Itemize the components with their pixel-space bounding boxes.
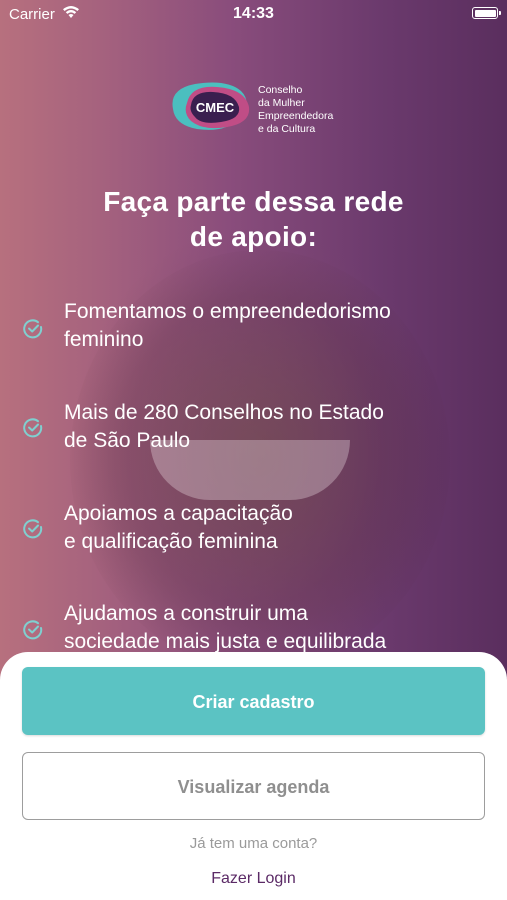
feature-text: Fomentamos o empreendedorismo feminino xyxy=(64,298,494,354)
logo-wordmark: Conselho da Mulher Empreendedora e da Cu… xyxy=(258,84,333,136)
feature-line: feminino xyxy=(64,328,144,351)
logo-line: Conselho xyxy=(258,84,303,96)
feature-line: Mais de 280 Conselhos no Estado xyxy=(64,401,384,424)
login-link[interactable]: Fazer Login xyxy=(0,870,507,888)
status-bar: Carrier 14:33 xyxy=(0,0,507,30)
page-title-line: de apoio: xyxy=(189,221,318,252)
logo-line: da Mulher xyxy=(258,97,305,109)
has-account-text: Já tem uma conta? xyxy=(189,835,318,852)
page-title-line: Faça parte dessa rede xyxy=(103,186,404,217)
feature-line: Ajudamos a construir uma xyxy=(64,602,308,625)
check-circle-icon xyxy=(22,417,44,439)
check-circle-icon xyxy=(22,318,44,340)
logo-line: Empreendedora xyxy=(258,110,334,122)
check-circle-icon xyxy=(22,619,44,641)
logo-line: e da Cultura xyxy=(258,123,316,135)
feature-line: de São Paulo xyxy=(64,429,191,452)
feature-line: e qualificação feminina xyxy=(64,530,278,553)
status-time: 14:33 xyxy=(233,5,274,22)
battery-icon xyxy=(472,7,501,19)
cmec-logo: CMEC xyxy=(167,79,257,135)
feature-text: Apoiamos a capacitação e qualificação fe… xyxy=(64,500,494,556)
create-account-button[interactable]: Criar cadastro xyxy=(22,667,485,735)
feature-line: Apoiamos a capacitação xyxy=(64,502,293,525)
view-agenda-button[interactable]: Visualizar agenda xyxy=(22,752,485,820)
check-circle-icon xyxy=(22,518,44,540)
feature-text: Mais de 280 Conselhos no Estado de São P… xyxy=(64,399,494,455)
feature-line: Fomentamos o empreendedorismo xyxy=(64,300,391,323)
feature-text: Ajudamos a construir uma sociedade mais … xyxy=(64,600,494,656)
logo-mark-text: CMEC xyxy=(196,100,235,115)
page-title: Faça parte dessa rede de apoio: xyxy=(0,184,507,254)
